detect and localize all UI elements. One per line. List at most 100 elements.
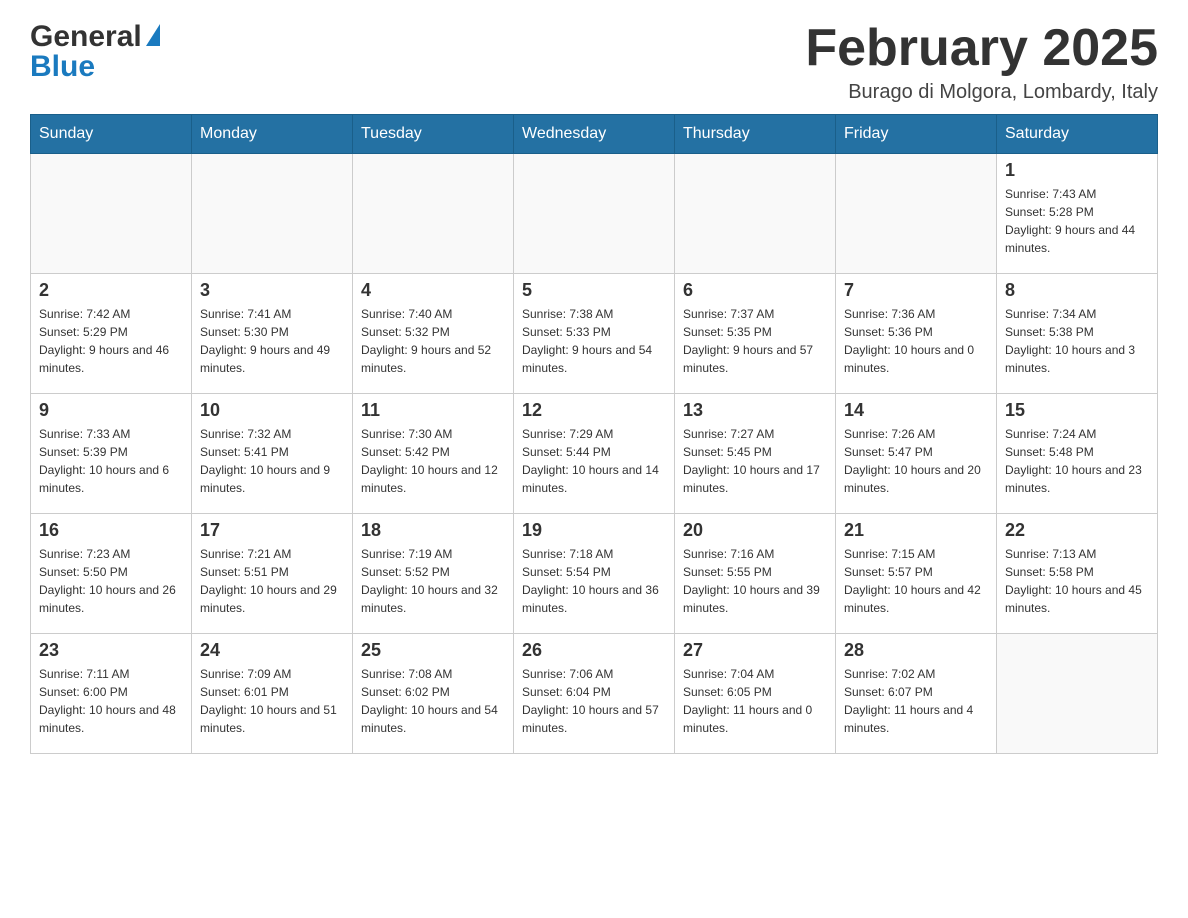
- day-number: 14: [844, 400, 988, 421]
- calendar-cell: 5 Sunrise: 7:38 AMSunset: 5:33 PMDaylight…: [514, 274, 675, 394]
- logo-blue: Blue: [30, 50, 95, 84]
- calendar-cell: 23Sunrise: 7:11 AMSunset: 6:00 PMDayligh…: [31, 634, 192, 754]
- calendar-cell: [192, 154, 353, 274]
- day-number: 3: [200, 280, 344, 301]
- calendar-cell: 3 Sunrise: 7:41 AMSunset: 5:30 PMDaylight…: [192, 274, 353, 394]
- day-number: 25: [361, 640, 505, 661]
- day-number: 27: [683, 640, 827, 661]
- day-number: 22: [1005, 520, 1149, 541]
- day-number: 6: [683, 280, 827, 301]
- weekday-header-thursday: Thursday: [675, 115, 836, 154]
- day-info: Sunrise: 7:32 AMSunset: 5:41 PMDaylight:…: [200, 425, 344, 497]
- day-number: 17: [200, 520, 344, 541]
- logo-general: General: [30, 20, 142, 54]
- day-number: 28: [844, 640, 988, 661]
- calendar-cell: 13 Sunrise: 7:27 AMSunset: 5:45 PMDayligh…: [675, 394, 836, 514]
- calendar-cell: 7 Sunrise: 7:36 AMSunset: 5:36 PMDaylight…: [836, 274, 997, 394]
- day-info: Sunrise: 7:16 AMSunset: 5:55 PMDaylight:…: [683, 545, 827, 617]
- logo-triangle-icon: [146, 24, 160, 46]
- day-info: Sunrise: 7:30 AMSunset: 5:42 PMDaylight:…: [361, 425, 505, 497]
- calendar-cell: 24Sunrise: 7:09 AMSunset: 6:01 PMDayligh…: [192, 634, 353, 754]
- day-number: 13: [683, 400, 827, 421]
- calendar-cell: 17Sunrise: 7:21 AMSunset: 5:51 PMDayligh…: [192, 514, 353, 634]
- day-info: Sunrise: 7:43 AMSunset: 5:28 PMDaylight:…: [1005, 185, 1149, 257]
- day-number: 19: [522, 520, 666, 541]
- day-number: 7: [844, 280, 988, 301]
- day-info: Sunrise: 7:41 AMSunset: 5:30 PMDaylight:…: [200, 305, 344, 377]
- day-number: 1: [1005, 160, 1149, 181]
- calendar-cell: 27 Sunrise: 7:04 AMSunset: 6:05 PMDayligh…: [675, 634, 836, 754]
- day-number: 12: [522, 400, 666, 421]
- location: Burago di Molgora, Lombardy, Italy: [805, 81, 1158, 104]
- calendar-cell: 9 Sunrise: 7:33 AMSunset: 5:39 PMDaylight…: [31, 394, 192, 514]
- calendar-cell: 2 Sunrise: 7:42 AMSunset: 5:29 PMDaylight…: [31, 274, 192, 394]
- title-section: February 2025 Burago di Molgora, Lombard…: [805, 20, 1158, 104]
- weekday-header-monday: Monday: [192, 115, 353, 154]
- day-number: 11: [361, 400, 505, 421]
- calendar-cell: 19 Sunrise: 7:18 AMSunset: 5:54 PMDayligh…: [514, 514, 675, 634]
- day-info: Sunrise: 7:33 AMSunset: 5:39 PMDaylight:…: [39, 425, 183, 497]
- calendar-cell: [836, 154, 997, 274]
- day-info: Sunrise: 7:11 AMSunset: 6:00 PMDaylight:…: [39, 665, 183, 737]
- calendar-cell: 18Sunrise: 7:19 AMSunset: 5:52 PMDayligh…: [353, 514, 514, 634]
- calendar-cell: 21 Sunrise: 7:15 AMSunset: 5:57 PMDayligh…: [836, 514, 997, 634]
- weekday-header-tuesday: Tuesday: [353, 115, 514, 154]
- calendar-cell: 26 Sunrise: 7:06 AMSunset: 6:04 PMDayligh…: [514, 634, 675, 754]
- day-info: Sunrise: 7:38 AMSunset: 5:33 PMDaylight:…: [522, 305, 666, 377]
- calendar-cell: 14 Sunrise: 7:26 AMSunset: 5:47 PMDayligh…: [836, 394, 997, 514]
- calendar-week-3: 9 Sunrise: 7:33 AMSunset: 5:39 PMDaylight…: [31, 394, 1158, 514]
- logo: General Blue: [30, 20, 160, 84]
- calendar-cell: 15 Sunrise: 7:24 AMSunset: 5:48 PMDayligh…: [997, 394, 1158, 514]
- day-number: 16: [39, 520, 183, 541]
- day-number: 10: [200, 400, 344, 421]
- day-number: 4: [361, 280, 505, 301]
- calendar-cell: 1 Sunrise: 7:43 AMSunset: 5:28 PMDaylight…: [997, 154, 1158, 274]
- day-info: Sunrise: 7:42 AMSunset: 5:29 PMDaylight:…: [39, 305, 183, 377]
- day-number: 26: [522, 640, 666, 661]
- day-info: Sunrise: 7:29 AMSunset: 5:44 PMDaylight:…: [522, 425, 666, 497]
- calendar-cell: 16 Sunrise: 7:23 AMSunset: 5:50 PMDayligh…: [31, 514, 192, 634]
- calendar-cell: 22 Sunrise: 7:13 AMSunset: 5:58 PMDayligh…: [997, 514, 1158, 634]
- day-number: 18: [361, 520, 505, 541]
- day-info: Sunrise: 7:02 AMSunset: 6:07 PMDaylight:…: [844, 665, 988, 737]
- day-info: Sunrise: 7:18 AMSunset: 5:54 PMDaylight:…: [522, 545, 666, 617]
- day-number: 9: [39, 400, 183, 421]
- calendar-cell: 11 Sunrise: 7:30 AMSunset: 5:42 PMDayligh…: [353, 394, 514, 514]
- calendar-cell: 20Sunrise: 7:16 AMSunset: 5:55 PMDayligh…: [675, 514, 836, 634]
- weekday-header-sunday: Sunday: [31, 115, 192, 154]
- day-info: Sunrise: 7:23 AMSunset: 5:50 PMDaylight:…: [39, 545, 183, 617]
- calendar-cell: 25Sunrise: 7:08 AMSunset: 6:02 PMDayligh…: [353, 634, 514, 754]
- calendar-table: SundayMondayTuesdayWednesdayThursdayFrid…: [30, 114, 1158, 754]
- weekday-header-friday: Friday: [836, 115, 997, 154]
- page-header: General Blue February 2025 Burago di Mol…: [30, 20, 1158, 104]
- calendar-cell: [353, 154, 514, 274]
- weekday-header-wednesday: Wednesday: [514, 115, 675, 154]
- month-title: February 2025: [805, 20, 1158, 77]
- calendar-cell: 10 Sunrise: 7:32 AMSunset: 5:41 PMDayligh…: [192, 394, 353, 514]
- calendar-week-2: 2 Sunrise: 7:42 AMSunset: 5:29 PMDaylight…: [31, 274, 1158, 394]
- calendar-cell: 6 Sunrise: 7:37 AMSunset: 5:35 PMDaylight…: [675, 274, 836, 394]
- calendar-week-5: 23Sunrise: 7:11 AMSunset: 6:00 PMDayligh…: [31, 634, 1158, 754]
- day-number: 2: [39, 280, 183, 301]
- calendar-week-4: 16 Sunrise: 7:23 AMSunset: 5:50 PMDayligh…: [31, 514, 1158, 634]
- calendar-cell: [675, 154, 836, 274]
- day-info: Sunrise: 7:27 AMSunset: 5:45 PMDaylight:…: [683, 425, 827, 497]
- calendar-cell: [997, 634, 1158, 754]
- day-info: Sunrise: 7:04 AMSunset: 6:05 PMDaylight:…: [683, 665, 827, 737]
- day-info: Sunrise: 7:26 AMSunset: 5:47 PMDaylight:…: [844, 425, 988, 497]
- day-info: Sunrise: 7:37 AMSunset: 5:35 PMDaylight:…: [683, 305, 827, 377]
- day-number: 5: [522, 280, 666, 301]
- calendar-cell: [514, 154, 675, 274]
- calendar-header-row: SundayMondayTuesdayWednesdayThursdayFrid…: [31, 115, 1158, 154]
- day-info: Sunrise: 7:06 AMSunset: 6:04 PMDaylight:…: [522, 665, 666, 737]
- day-info: Sunrise: 7:24 AMSunset: 5:48 PMDaylight:…: [1005, 425, 1149, 497]
- day-info: Sunrise: 7:36 AMSunset: 5:36 PMDaylight:…: [844, 305, 988, 377]
- day-info: Sunrise: 7:09 AMSunset: 6:01 PMDaylight:…: [200, 665, 344, 737]
- calendar-cell: [31, 154, 192, 274]
- day-info: Sunrise: 7:15 AMSunset: 5:57 PMDaylight:…: [844, 545, 988, 617]
- day-info: Sunrise: 7:13 AMSunset: 5:58 PMDaylight:…: [1005, 545, 1149, 617]
- day-number: 15: [1005, 400, 1149, 421]
- calendar-cell: 12 Sunrise: 7:29 AMSunset: 5:44 PMDayligh…: [514, 394, 675, 514]
- day-number: 21: [844, 520, 988, 541]
- calendar-cell: 4Sunrise: 7:40 AMSunset: 5:32 PMDaylight…: [353, 274, 514, 394]
